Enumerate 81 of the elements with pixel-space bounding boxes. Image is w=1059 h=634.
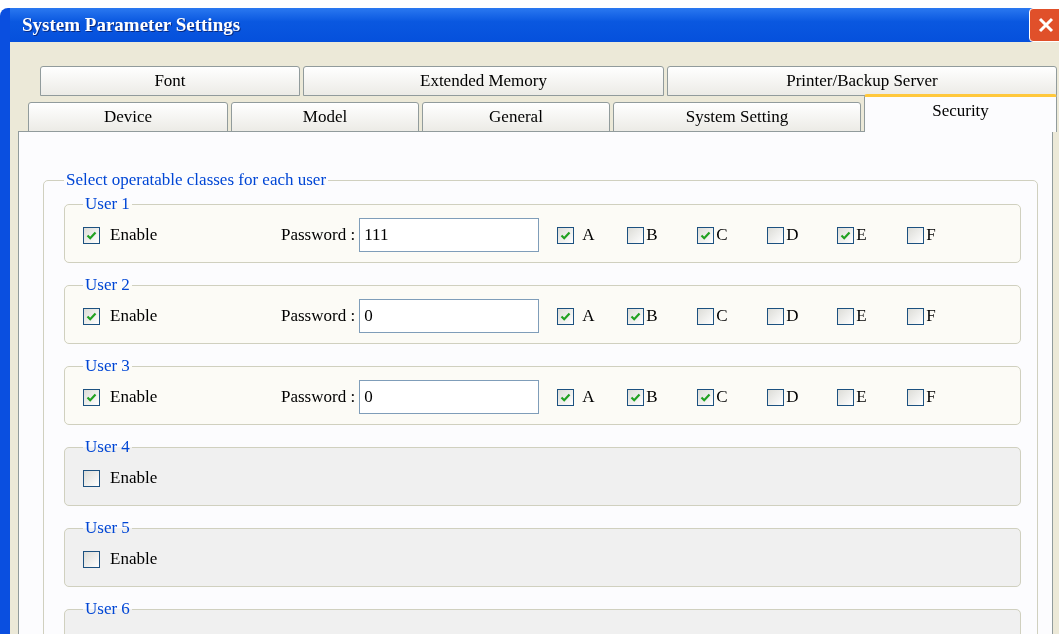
checkbox[interactable] [907, 226, 925, 244]
tab[interactable]: System Setting [613, 102, 861, 132]
checkbox-label: C [716, 306, 728, 326]
checkbox-label: F [926, 387, 936, 407]
checkbox[interactable] [697, 226, 715, 244]
checkbox-label: C [716, 225, 728, 245]
check-mark-icon [700, 229, 712, 241]
user-title: User 2 [84, 275, 131, 295]
password-label: Password : [281, 306, 356, 326]
checkbox-label: D [786, 387, 799, 407]
checkbox-label: B [646, 306, 658, 326]
user-title: User 1 [84, 194, 131, 214]
password-label: Password : [281, 225, 356, 245]
checkbox-label: B [646, 387, 658, 407]
checkbox[interactable] [557, 388, 575, 406]
checkbox[interactable] [907, 307, 925, 325]
close-icon [1037, 16, 1055, 34]
check-mark-icon [700, 391, 712, 403]
checkbox-label: F [926, 306, 936, 326]
window-title: System Parameter Settings [22, 14, 241, 36]
checkbox-label: A [582, 306, 595, 326]
password-field[interactable]: 111 [359, 218, 540, 252]
check-mark-icon [630, 391, 642, 403]
check-mark-icon [560, 391, 572, 403]
checkbox-label: E [856, 225, 867, 245]
checkbox[interactable] [837, 307, 855, 325]
checkbox-label: E [856, 387, 867, 407]
checkbox[interactable] [627, 226, 645, 244]
checkbox-label: Enable [110, 225, 158, 245]
check-mark-icon [86, 391, 97, 403]
checkbox-label: Enable [110, 306, 158, 326]
checkbox-label: C [716, 387, 728, 407]
tab[interactable]: Model [231, 102, 419, 132]
tab[interactable]: Device [28, 102, 228, 132]
password-field[interactable]: 0 [359, 299, 540, 333]
user-title: User 6 [84, 599, 131, 619]
checkbox[interactable] [697, 388, 715, 406]
user-title: User 4 [84, 437, 131, 457]
checkbox-label: Enable [110, 549, 158, 569]
tab[interactable]: Printer/Backup Server [667, 66, 1057, 96]
checkbox-label: A [582, 225, 595, 245]
tab[interactable]: General [422, 102, 610, 132]
checkbox-label: F [926, 225, 936, 245]
checkbox-label: D [786, 306, 799, 326]
checkbox[interactable] [837, 226, 855, 244]
checkbox-label: A [582, 387, 595, 407]
check-mark-icon [560, 310, 572, 322]
check-mark-icon [560, 229, 572, 241]
checkbox-label: D [786, 225, 799, 245]
checkbox[interactable] [767, 307, 785, 325]
checkbox[interactable] [627, 307, 645, 325]
checkbox[interactable] [627, 388, 645, 406]
tab[interactable]: Font [40, 66, 300, 96]
check-mark-icon [86, 229, 97, 241]
checkbox-label: Enable [110, 468, 158, 488]
password-field[interactable]: 0 [359, 380, 540, 414]
checkbox-label: E [856, 306, 867, 326]
close-button[interactable] [1029, 8, 1059, 42]
checkbox[interactable] [907, 388, 925, 406]
password-label: Password : [281, 387, 356, 407]
group-title: Select operatable classes for each user [65, 170, 328, 190]
checkbox[interactable] [83, 550, 100, 568]
checkbox[interactable] [767, 388, 785, 406]
check-mark-icon [630, 310, 642, 322]
checkbox[interactable] [83, 226, 100, 244]
tab[interactable]: Security [864, 94, 1057, 132]
checkbox[interactable] [83, 469, 100, 487]
user-title: User 5 [84, 518, 131, 538]
checkbox[interactable] [697, 307, 715, 325]
user-title: User 3 [84, 356, 131, 376]
checkbox-label: Enable [110, 387, 158, 407]
checkbox[interactable] [557, 226, 575, 244]
checkbox[interactable] [83, 388, 100, 406]
checkbox[interactable] [767, 226, 785, 244]
check-mark-icon [840, 229, 852, 241]
checkbox[interactable] [557, 307, 575, 325]
checkbox-label: B [646, 225, 658, 245]
checkbox[interactable] [837, 388, 855, 406]
checkbox[interactable] [83, 307, 100, 325]
tab[interactable]: Extended Memory [303, 66, 664, 96]
check-mark-icon [86, 310, 97, 322]
